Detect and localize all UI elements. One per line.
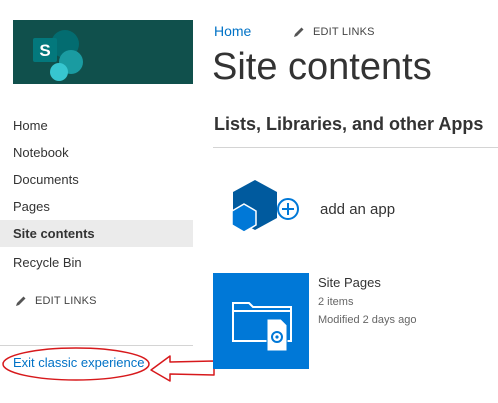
page-title: Site contents	[212, 46, 432, 88]
annotation-arrow-icon	[150, 355, 215, 382]
header-edit-links-label: EDIT LINKS	[313, 26, 375, 38]
pencil-icon	[294, 27, 304, 37]
nav-item-documents[interactable]: Documents	[0, 166, 193, 193]
add-app-icon[interactable]	[231, 180, 303, 242]
section-divider	[213, 147, 498, 148]
nav-edit-links-label: EDIT LINKS	[35, 295, 97, 307]
add-an-app-link[interactable]: add an app	[320, 201, 395, 218]
nav-edit-links[interactable]: EDIT LINKS	[15, 295, 97, 307]
nav-item-site-contents[interactable]: Site contents	[0, 220, 193, 247]
pencil-icon	[16, 296, 26, 306]
site-pages-tile[interactable]	[213, 273, 309, 369]
header-edit-links[interactable]: EDIT LINKS	[293, 26, 375, 38]
sharepoint-logo-icon: S	[33, 30, 83, 81]
site-pages-item-count: 2 items	[318, 296, 354, 308]
document-library-icon	[232, 302, 292, 352]
annotation-ellipse	[2, 347, 150, 381]
svg-text:S: S	[39, 41, 50, 60]
breadcrumb-home-link[interactable]: Home	[214, 23, 251, 39]
site-pages-modified: Modified 2 days ago	[318, 314, 417, 326]
section-heading: Lists, Libraries, and other Apps	[214, 114, 484, 134]
site-pages-name[interactable]: Site Pages	[318, 275, 381, 290]
site-logo[interactable]: S	[13, 20, 193, 84]
nav-item-pages[interactable]: Pages	[0, 193, 193, 220]
nav-item-home[interactable]: Home	[0, 112, 193, 139]
annotation-highlight	[2, 347, 215, 382]
nav-item-recycle-bin[interactable]: Recycle Bin	[0, 249, 193, 276]
nav-item-notebook[interactable]: Notebook	[0, 139, 193, 166]
